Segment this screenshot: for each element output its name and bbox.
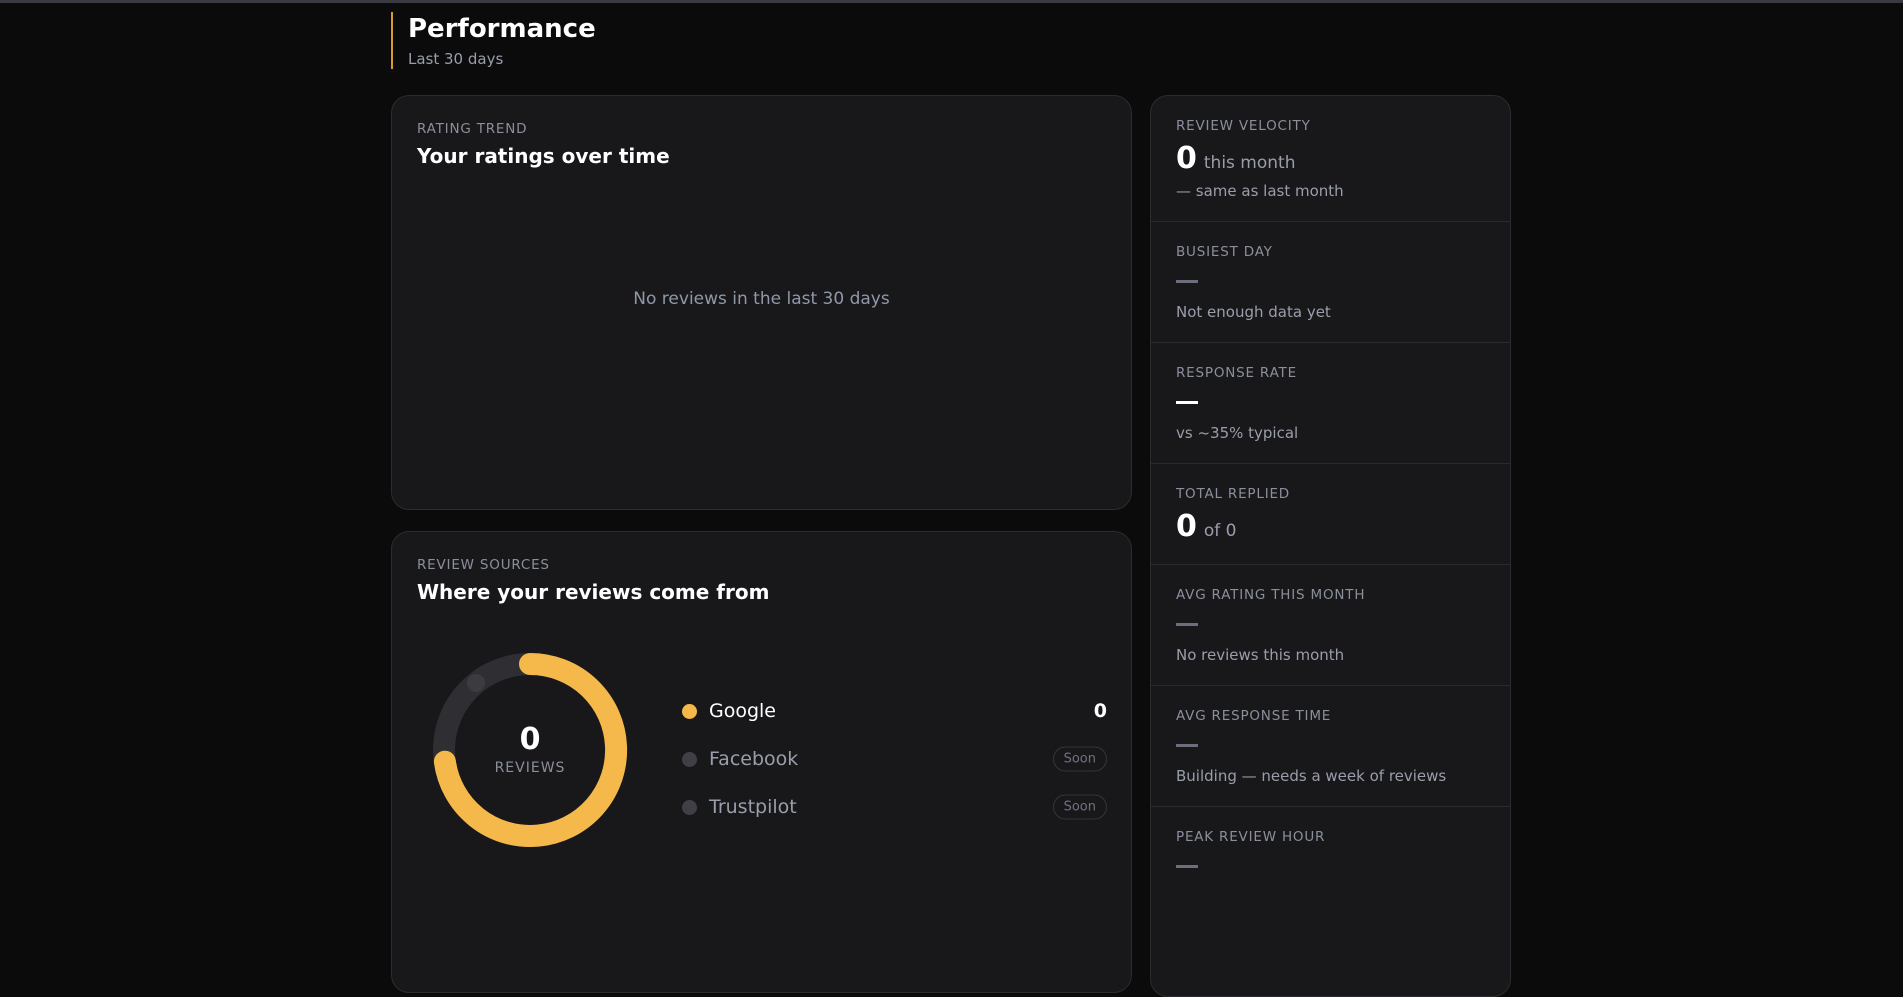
legend-item-google[interactable]: Google 0 — [682, 687, 1107, 735]
metrics-card: REVIEW VELOCITY 0 this month — same as l… — [1150, 95, 1511, 997]
legend-item-facebook[interactable]: Facebook Soon — [682, 735, 1107, 783]
metric-note: Building — needs a week of reviews — [1176, 767, 1447, 785]
metric-label: BUSIEST DAY — [1176, 244, 1273, 260]
review-sources-title: Where your reviews come from — [417, 580, 770, 604]
donut-center: 0 REVIEWS — [432, 652, 628, 848]
legend-count: 0 — [1093, 700, 1107, 722]
metric-note: vs ~35% typical — [1176, 424, 1299, 442]
metric-label: REVIEW VELOCITY — [1176, 118, 1311, 134]
metric-label: AVG RATING THIS MONTH — [1176, 587, 1366, 603]
rating-trend-title: Your ratings over time — [417, 144, 670, 168]
metric-empty-dash — [1176, 623, 1198, 626]
donut-total-label: REVIEWS — [494, 760, 566, 776]
metric-avg-rating-this-month: AVG RATING THIS MONTH No reviews this mo… — [1151, 565, 1510, 686]
metric-total-replied: TOTAL REPLIED 0 of 0 — [1151, 464, 1510, 565]
metric-value-row: 0 of 0 — [1176, 510, 1485, 544]
page-title: Performance — [408, 14, 596, 44]
metric-note: — same as last month — [1176, 182, 1344, 200]
metric-unit: this month — [1203, 153, 1296, 173]
metric-label: AVG RESPONSE TIME — [1176, 708, 1332, 724]
trustpilot-dot-icon — [682, 799, 697, 815]
metric-response-rate: RESPONSE RATE vs ~35% typical — [1151, 343, 1510, 464]
legend-name: Facebook — [709, 748, 799, 770]
metric-empty-dash — [1176, 401, 1198, 404]
metric-empty-dash — [1176, 744, 1198, 747]
page-subtitle: Last 30 days — [408, 50, 504, 68]
legend-name: Google — [709, 700, 777, 722]
sources-donut-chart: 0 REVIEWS — [432, 652, 628, 848]
metric-empty-dash — [1176, 280, 1198, 283]
review-sources-card: REVIEW SOURCES Where your reviews come f… — [391, 531, 1132, 993]
metric-label: RESPONSE RATE — [1176, 365, 1297, 381]
donut-total-value: 0 — [519, 722, 541, 757]
top-border — [0, 0, 1903, 3]
rating-trend-eyebrow: RATING TREND — [417, 121, 528, 137]
soon-badge: Soon — [1052, 794, 1107, 820]
metric-value: 0 — [1176, 509, 1197, 544]
page-header: Performance Last 30 days — [391, 12, 596, 69]
legend-item-trustpilot[interactable]: Trustpilot Soon — [682, 783, 1107, 831]
metric-value: 0 — [1176, 141, 1197, 176]
facebook-dot-icon — [682, 751, 697, 767]
metric-note: Not enough data yet — [1176, 303, 1331, 321]
soon-badge: Soon — [1052, 746, 1107, 772]
rating-trend-card: RATING TREND Your ratings over time No r… — [391, 95, 1132, 510]
metric-review-velocity: REVIEW VELOCITY 0 this month — same as l… — [1151, 96, 1510, 222]
metric-label: PEAK REVIEW HOUR — [1176, 829, 1326, 845]
metric-unit: of 0 — [1203, 521, 1237, 541]
legend-name: Trustpilot — [709, 796, 797, 818]
google-dot-icon — [682, 703, 697, 719]
metric-empty-dash — [1176, 865, 1198, 868]
sources-legend: Google 0 Facebook Soon Trustpilot Soon — [682, 687, 1107, 831]
metric-label: TOTAL REPLIED — [1176, 486, 1290, 502]
metric-busiest-day: BUSIEST DAY Not enough data yet — [1151, 222, 1510, 343]
metric-value-row: 0 this month — [1176, 142, 1485, 176]
metric-peak-review-hour: PEAK REVIEW HOUR — [1151, 807, 1510, 868]
metric-note: No reviews this month — [1176, 646, 1345, 664]
review-sources-eyebrow: REVIEW SOURCES — [417, 557, 550, 573]
rating-trend-empty-message: No reviews in the last 30 days — [633, 289, 890, 309]
metric-avg-response-time: AVG RESPONSE TIME Building — needs a wee… — [1151, 686, 1510, 807]
